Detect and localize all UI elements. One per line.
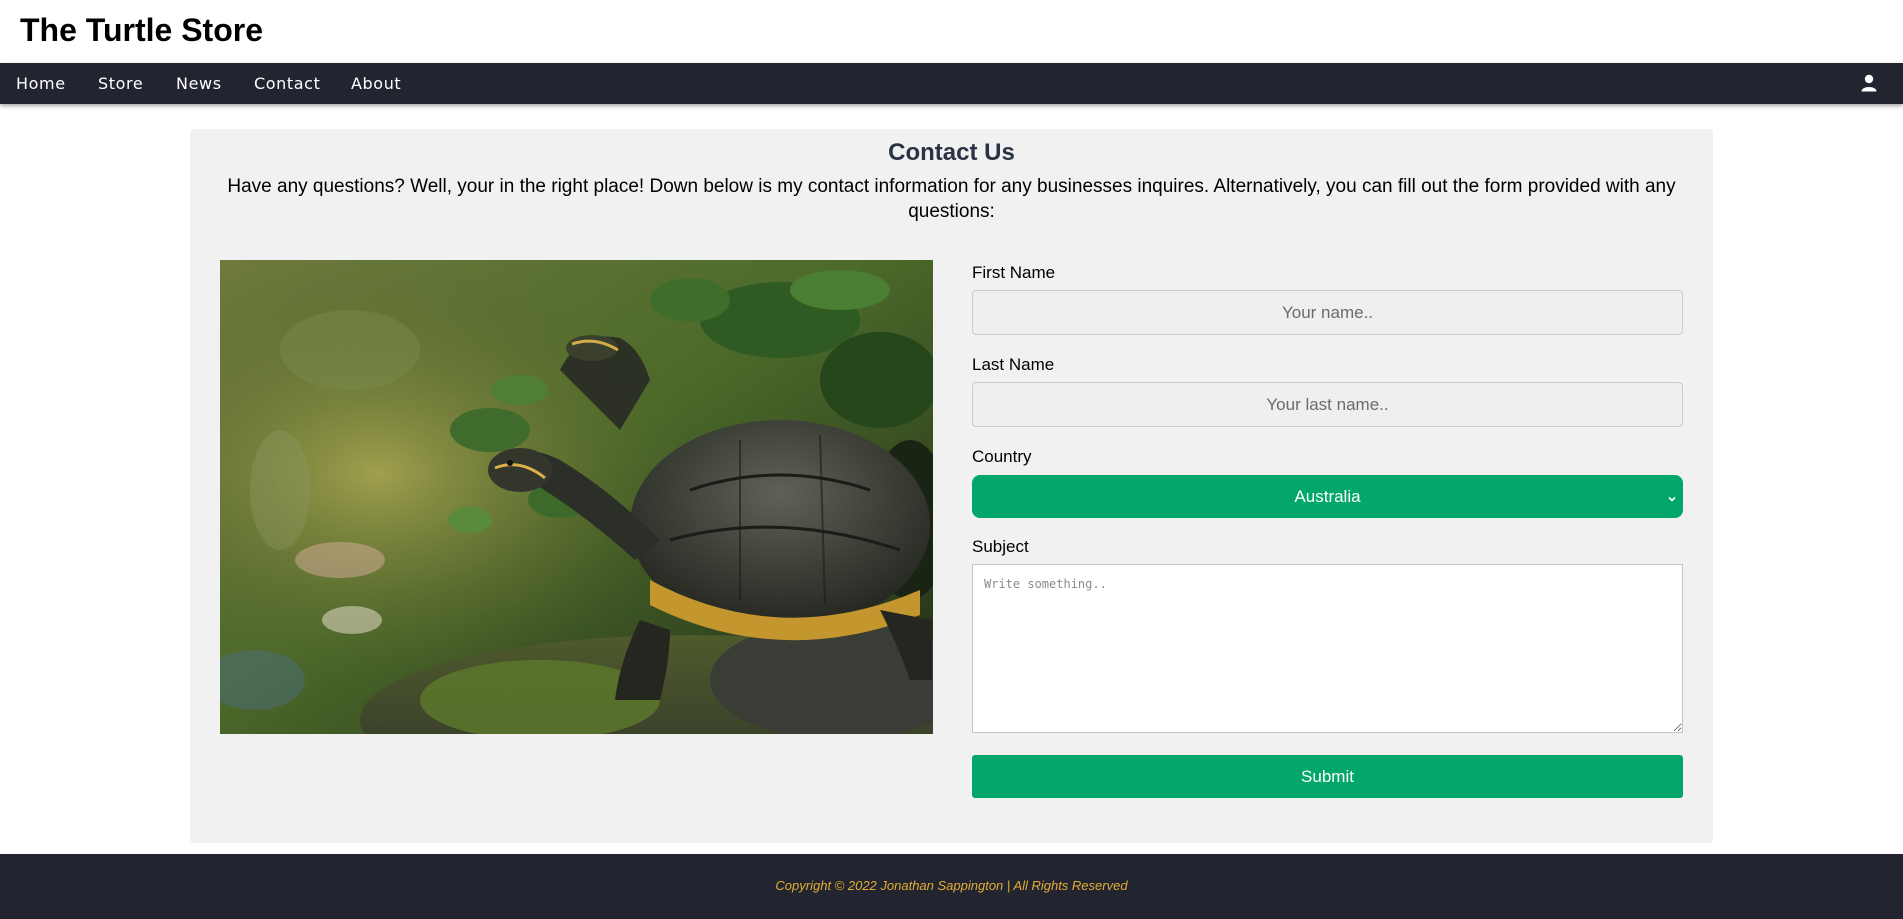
user-icon[interactable] <box>1859 73 1879 93</box>
subject-textarea[interactable] <box>972 564 1683 733</box>
footer-copyright: Copyright © 2022 Jonathan Sappington | A… <box>775 878 1128 893</box>
country-label: Country <box>972 447 1032 466</box>
nav-store[interactable]: Store <box>98 63 143 104</box>
country-selected-value: Australia <box>1294 487 1361 506</box>
contact-heading: Contact Us <box>888 139 1015 166</box>
nav-home[interactable]: Home <box>16 63 66 104</box>
contact-card: Contact Us Have any questions? Well, you… <box>190 129 1713 843</box>
subject-label: Subject <box>972 537 1029 556</box>
submit-button[interactable]: Submit <box>972 755 1683 798</box>
site-title: The Turtle Store <box>20 12 263 48</box>
last-name-input[interactable] <box>972 382 1683 427</box>
country-select[interactable]: Australia <box>972 475 1683 518</box>
turtle-photo <box>220 260 933 734</box>
contact-intro: Have any questions? Well, your in the ri… <box>227 176 1676 222</box>
first-name-label: First Name <box>972 263 1056 282</box>
main-navbar: Home Store News Contact About <box>0 63 1903 104</box>
first-name-input[interactable] <box>972 290 1683 335</box>
site-footer: Copyright © 2022 Jonathan Sappington | A… <box>0 854 1903 919</box>
site-header: The Turtle Store <box>0 0 1903 63</box>
chevron-down-icon <box>1667 491 1677 502</box>
last-name-label: Last Name <box>972 355 1055 374</box>
nav-news[interactable]: News <box>176 63 222 104</box>
nav-about[interactable]: About <box>351 63 401 104</box>
nav-contact[interactable]: Contact <box>254 63 320 104</box>
